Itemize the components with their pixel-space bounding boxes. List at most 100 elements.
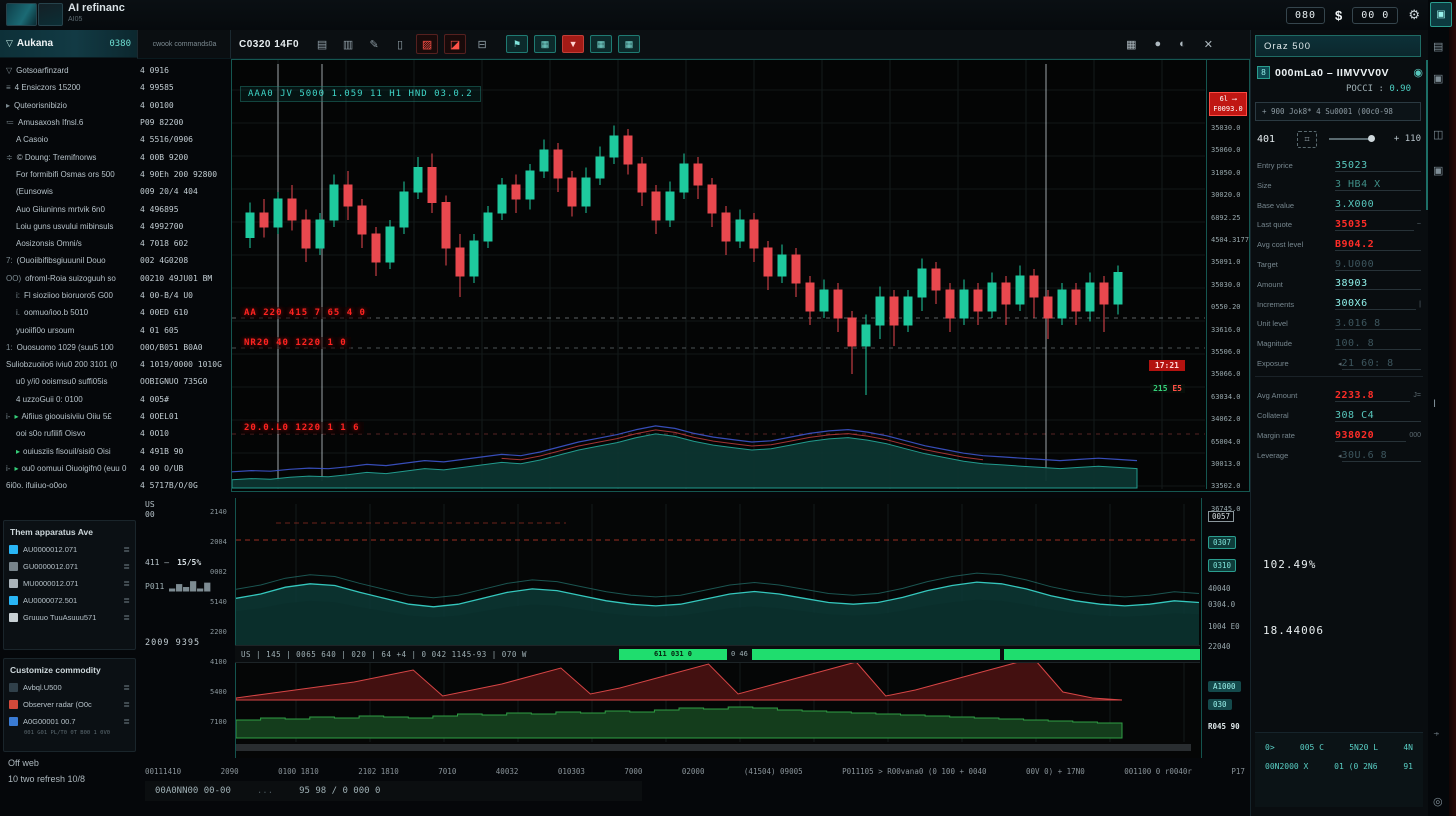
item-menu-icon[interactable]: ≣: [123, 717, 130, 726]
tree-item[interactable]: 6i0o. ifuiiuo-o0oo: [0, 477, 137, 494]
tree-item[interactable]: (Eunsowis: [0, 183, 137, 200]
field-value[interactable]: 3 HB4 X: [1335, 179, 1421, 191]
tree-item[interactable]: 1:Ouosuomo 1029 (suu5 100: [0, 339, 137, 356]
price-row[interactable]: O0O/B051 B0A0: [140, 339, 230, 356]
order-field-row[interactable]: Margin rate938020000: [1257, 426, 1421, 445]
order-field-row[interactable]: Collateral308 C4: [1257, 406, 1421, 425]
tree-item[interactable]: 4 uzzoGuii 0: 0100: [0, 391, 137, 408]
time-axis[interactable]: 0011141020900100 18102102 18107010400320…: [145, 764, 1245, 778]
price-row[interactable]: 4 5717B/O/0G: [140, 477, 230, 494]
price-row[interactable]: 4 0O10: [140, 425, 230, 442]
order-field-row[interactable]: Leverage◂30U.6 8: [1257, 446, 1421, 465]
tree-item[interactable]: Aosizonsis Omni/s: [0, 235, 137, 252]
quantity-value[interactable]: 401: [1257, 134, 1275, 145]
order-field-row[interactable]: Exposure◂21 60: 8: [1257, 354, 1421, 373]
indicator-panel[interactable]: 21402004000251402200410054007100 US | 14…: [210, 498, 1250, 760]
price-row[interactable]: 4 90Eh 200 92800: [140, 166, 230, 183]
watch-item[interactable]: AU0000012.071≣: [4, 541, 135, 558]
item-menu-icon[interactable]: ≣: [123, 545, 130, 554]
tray-count[interactable]: 080: [1286, 7, 1325, 24]
indicator-plot[interactable]: [236, 498, 1199, 756]
layout-icon[interactable]: ▤: [312, 35, 332, 53]
price-row[interactable]: 4 00B 9200: [140, 148, 230, 165]
field-value[interactable]: 30U.6 8: [1342, 450, 1421, 462]
field-value[interactable]: 300X6: [1335, 298, 1416, 310]
watch-item[interactable]: AU0000072.501≣: [4, 592, 135, 609]
column-icon[interactable]: ▯: [390, 35, 410, 53]
logo-thumbnail-2[interactable]: [38, 3, 63, 26]
item-menu-icon[interactable]: ≣: [123, 596, 130, 605]
price-row[interactable]: 4 4992700: [140, 218, 230, 235]
order-field-row[interactable]: Entry price35023: [1257, 156, 1421, 175]
quantity-slider[interactable]: [1329, 138, 1373, 140]
tree-item[interactable]: ooi s0o rufilifi Oisvo: [0, 425, 137, 442]
item-menu-icon[interactable]: ≣: [123, 683, 130, 692]
split-view-icon[interactable]: ◫: [1433, 128, 1443, 141]
minimize-icon[interactable]: ●: [1154, 38, 1161, 50]
price-row[interactable]: P09 82200: [140, 114, 230, 131]
price-row[interactable]: 00210 49JU01 BM: [140, 270, 230, 287]
draw-icon[interactable]: ✎: [364, 35, 384, 53]
order-field-row[interactable]: Target9.U000: [1257, 255, 1421, 274]
item-menu-icon[interactable]: ≣: [123, 562, 130, 571]
toolbar-button-4[interactable]: ▦: [590, 35, 612, 53]
price-row[interactable]: 4 5516/0906: [140, 131, 230, 148]
quantity-max[interactable]: + 110: [1394, 134, 1421, 144]
toolbar-button-3[interactable]: ▼: [562, 35, 584, 53]
order-search-input[interactable]: + 900 Jok8* 4 Su0001 (00c0-98: [1255, 102, 1421, 121]
price-row[interactable]: 4 005#: [140, 391, 230, 408]
expand-icon[interactable]: ⍆: [1433, 728, 1440, 741]
watch-item[interactable]: MU0000012.071≣: [4, 575, 135, 592]
collapse-icon[interactable]: ⊟: [472, 35, 492, 53]
target-icon[interactable]: ◎: [1433, 795, 1443, 808]
tree-item[interactable]: For formibifi Osmas ors 500: [0, 166, 137, 183]
tree-item[interactable]: ▸Quteorisnibizio: [0, 97, 137, 114]
price-row[interactable]: 4 00 O/UB: [140, 460, 230, 477]
tree-item[interactable]: Suliobzuoiio6 iviu0 200 3101 (0: [0, 356, 137, 373]
watchlist-header[interactable]: ▽ Aukana 0380: [0, 30, 137, 58]
price-row[interactable]: 4 491B 90: [140, 443, 230, 460]
price-row[interactable]: 4 496895: [140, 200, 230, 217]
price-row[interactable]: 4 7018 602: [140, 235, 230, 252]
dock-active-button[interactable]: ▣: [1430, 2, 1452, 27]
field-value[interactable]: 3.X000: [1335, 199, 1421, 211]
quantity-stepper-icon[interactable]: ⌗: [1297, 131, 1317, 148]
close-icon[interactable]: ✕: [1204, 38, 1213, 51]
price-row[interactable]: 4 99585: [140, 79, 230, 96]
tree-item[interactable]: Loiu guns usvului mibinsuls: [0, 218, 137, 235]
order-field-row[interactable]: Unit level3.016 8: [1257, 314, 1421, 333]
order-field-row[interactable]: Size3 HB4 X: [1257, 176, 1421, 195]
price-row[interactable]: 4 00100: [140, 97, 230, 114]
price-row[interactable]: 002 4G0208: [140, 252, 230, 269]
grid-icon[interactable]: ▥: [338, 35, 358, 53]
order-field-row[interactable]: Increments300X6|: [1257, 295, 1421, 314]
candlestick-plot[interactable]: [232, 60, 1205, 489]
order-field-row[interactable]: Amount38903: [1257, 275, 1421, 294]
alert-icon[interactable]: ▨: [416, 34, 438, 54]
order-field-row[interactable]: Avg cost levelB904.2: [1257, 235, 1421, 254]
field-value[interactable]: 308 C4: [1335, 410, 1421, 422]
toolbar-button-1[interactable]: ⚑: [506, 35, 528, 53]
price-row[interactable]: 4 01 605: [140, 321, 230, 338]
order-field-row[interactable]: Avg Amount2233.8J=: [1257, 386, 1421, 405]
order-field-row[interactable]: Base value3.X000: [1257, 196, 1421, 215]
price-axis[interactable]: 6l ⟶ F0093.0 35030.035060.031050.030020.…: [1206, 60, 1249, 489]
price-row[interactable]: 4 0OEL01: [140, 408, 230, 425]
order-field-row[interactable]: Last quote35035~: [1257, 215, 1421, 234]
tree-item[interactable]: ≔Amusaxosh Ifnsl.6: [0, 114, 137, 131]
tree-item[interactable]: i.oomuo/ioo.b 5010: [0, 304, 137, 321]
toolbar-button-5[interactable]: ▦: [618, 35, 640, 53]
tree-item[interactable]: yuoiifi0o ursoum: [0, 321, 137, 338]
panel-list-icon[interactable]: ▤: [1433, 40, 1443, 53]
field-value[interactable]: 2233.8: [1335, 390, 1410, 402]
tree-item[interactable]: ≡4 Ensiczors 15200: [0, 79, 137, 96]
field-value[interactable]: 35035: [1335, 219, 1414, 231]
dock-icon[interactable]: ▣: [1433, 164, 1443, 177]
tree-item[interactable]: i-▸ou0 oomuui Oiuoigifn0 (euu 0: [0, 460, 137, 477]
field-value[interactable]: 21 60: 8: [1342, 358, 1421, 370]
toolbar-button-2[interactable]: ▦: [534, 35, 556, 53]
field-value[interactable]: 9.U000: [1335, 259, 1421, 271]
price-row[interactable]: 4 0916: [140, 62, 230, 79]
tree-item[interactable]: ≑© Doung: Tremifnorws: [0, 148, 137, 165]
tree-item[interactable]: ▽Gotsoarfinzard: [0, 62, 137, 79]
